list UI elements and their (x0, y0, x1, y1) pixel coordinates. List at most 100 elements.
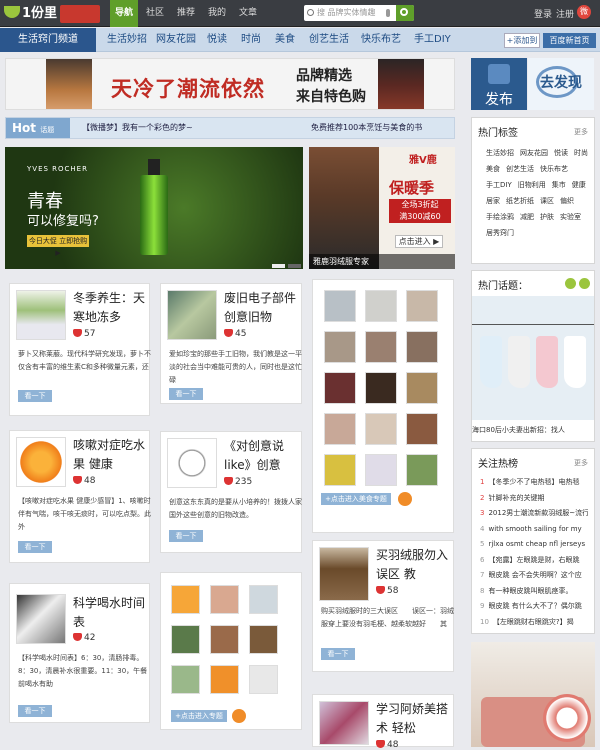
publish-button[interactable]: 发布 (471, 58, 527, 110)
album-photo[interactable] (365, 454, 397, 486)
search-button[interactable] (396, 5, 414, 21)
microphone-icon[interactable] (386, 9, 390, 17)
next-arrow-icon[interactable] (579, 278, 590, 289)
home-decor-ad[interactable] (471, 642, 595, 747)
album-photo[interactable] (249, 585, 278, 614)
channel-item-shenghuo[interactable]: 生活妙招 (107, 28, 147, 52)
tag-link[interactable]: 旧物利用 (518, 180, 546, 190)
ranking-item[interactable]: 2 针脚补充的关键期 (480, 491, 588, 507)
hot-link-2[interactable]: 免费推荐100本烹饪与美食的书 (311, 118, 422, 138)
album-photo[interactable] (210, 585, 239, 614)
nav-tab-wode[interactable]: 我的 (204, 0, 230, 27)
album-photo[interactable] (324, 372, 356, 404)
album-photo[interactable] (324, 290, 356, 322)
album-photo-grid[interactable] (324, 290, 438, 486)
slider-cta-button[interactable]: 今日大促 立即抢购 ▶ (27, 235, 89, 257)
album-photo[interactable] (210, 625, 239, 654)
hot-topic-caption[interactable]: 海口80后小夫妻出新招：找人 (472, 422, 594, 438)
channel-item-meishi[interactable]: 美食 (275, 28, 295, 52)
album-photo[interactable] (171, 625, 200, 654)
album-photo[interactable] (365, 331, 397, 363)
slider-dot[interactable] (288, 264, 301, 268)
like-count[interactable]: 48 (73, 476, 95, 486)
album-photo-grid[interactable] (171, 585, 278, 694)
channel-item-yuedu[interactable]: 悦读 (207, 28, 227, 52)
album-photo[interactable] (210, 665, 239, 694)
weibo-icon[interactable]: 微 (577, 5, 591, 19)
like-count[interactable]: 48 (376, 740, 398, 750)
like-count[interactable]: 58 (376, 586, 398, 596)
album-photo[interactable] (406, 372, 438, 404)
like-count[interactable]: 235 (224, 477, 252, 487)
login-link[interactable]: 登录 (534, 7, 552, 20)
article-card[interactable]: 买羽绒服勿入误区 教 58 购买羽绒服时的三大误区 误区一：羽绒服穿上要没有羽毛… (312, 540, 454, 672)
article-title[interactable]: 学习阿娇美搭术 轻松 (376, 700, 456, 738)
ranking-item[interactable]: 9 眼皮跳 有什么大不了？偶尔跳 (480, 599, 588, 615)
article-card[interactable]: 咳嗽对症吃水果 健康 48 【咳嗽对症吃水果 健康少感冒】1、咳嗽时伴有气喘，咳… (9, 430, 151, 563)
tag-link[interactable]: 护肤 (540, 212, 554, 222)
tag-link[interactable]: 偏织 (560, 196, 574, 206)
tag-link[interactable]: 集市 (552, 180, 566, 190)
tag-link[interactable]: 美食 (486, 164, 500, 174)
album-photo[interactable] (171, 665, 200, 694)
slider-dots[interactable] (269, 261, 301, 269)
album-photo[interactable] (406, 413, 438, 445)
like-count[interactable]: 45 (224, 329, 246, 339)
tag-link[interactable]: 生活妙招 (486, 148, 514, 158)
like-count[interactable]: 57 (73, 329, 95, 339)
discover-button[interactable]: 去发现 (528, 58, 594, 110)
ranking-item[interactable]: 3 2012男士潮流新款羽绒服~流行 (480, 506, 588, 522)
tag-link[interactable]: 纸艺折纸 (506, 196, 534, 206)
channel-item-huayuan[interactable]: 网友花园 (156, 28, 196, 52)
ranking-item[interactable]: 6 【宛露】左眼跳是财，右眼跳 (480, 553, 588, 569)
album-photo[interactable] (249, 665, 278, 694)
tag-link[interactable]: 时尚 (574, 148, 588, 158)
ranking-more-link[interactable]: 更多 (574, 458, 588, 468)
tag-link[interactable]: 网友花园 (520, 148, 548, 158)
article-card[interactable]: 冬季养生：天寒地冻多 57 萝卜又称莱菔。现代科学研究发现，萝卜不仅含有丰富的维… (9, 283, 153, 416)
tag-link[interactable]: 创艺生活 (506, 164, 534, 174)
look-button[interactable]: 看一下 (18, 541, 52, 553)
channel-item-buyi[interactable]: 快乐布艺 (361, 28, 401, 52)
ranking-item[interactable]: 5 rjlxa osmt cheap nfl jerseys (480, 537, 588, 553)
look-button[interactable]: 看一下 (321, 648, 355, 660)
article-card[interactable]: 废旧电子部件创意旧物 45 爱如珍宝的那些手工旧物，我们教是这一平淡的社会当中难… (160, 283, 302, 404)
ranking-item[interactable]: 8 有一种眼皮跳叫眼肌痉挛。 (480, 584, 588, 600)
nav-tab-wenzhang[interactable]: 文章 (235, 0, 261, 27)
article-card[interactable]: 《对创意说like》创意 235 创意这东东真的是要从小培养的！拨拨人家国外这些… (160, 431, 302, 553)
album-photo[interactable] (249, 625, 278, 654)
album-enter-button[interactable]: +点击进入专题 (171, 710, 227, 722)
look-button[interactable]: 看一下 (18, 705, 52, 717)
channel-item-chuangyi[interactable]: 创艺生活 (309, 28, 349, 52)
side-promo-enter-button[interactable]: 点击进入 ▶ (395, 235, 443, 248)
like-count[interactable]: 42 (73, 633, 95, 643)
article-card[interactable]: 科学喝水时间表 42 【科学喝水时间表】6：30，清肠排毒。8：30，清晨补水很… (9, 583, 150, 723)
tag-link[interactable]: 居家 (486, 196, 500, 206)
album-photo[interactable] (324, 454, 356, 486)
album-photo[interactable] (406, 290, 438, 322)
ranking-item[interactable]: 10 【左眼跳财右眼跳灾?】揭 (480, 615, 588, 631)
album-photo[interactable] (365, 413, 397, 445)
ranking-item[interactable]: 4 with smooth sailing for my (480, 522, 588, 538)
album-photo[interactable] (324, 413, 356, 445)
tag-link[interactable]: 课区 (540, 196, 554, 206)
tag-link[interactable]: 居秀窍门 (486, 228, 514, 238)
tag-link[interactable]: 实验室 (560, 212, 581, 222)
prev-arrow-icon[interactable] (565, 278, 576, 289)
tag-link[interactable]: 手绘涂鸦 (486, 212, 514, 222)
article-title[interactable]: 冬季养生：天寒地冻多 (73, 289, 153, 327)
slider-dot[interactable] (272, 264, 285, 268)
tag-link[interactable]: 手工DIY (486, 180, 512, 190)
album-photo[interactable] (171, 585, 200, 614)
look-button[interactable]: 看一下 (169, 388, 203, 400)
hot-link-1[interactable]: 【微播梦】我有一个彩色的梦~ (82, 118, 193, 138)
hot-tags-more-link[interactable]: 更多 (574, 127, 588, 137)
register-link[interactable]: 注册 (556, 7, 574, 20)
article-title[interactable]: 科学喝水时间表 (73, 594, 153, 632)
tag-link[interactable]: 减肥 (520, 212, 534, 222)
article-title[interactable]: 《对创意说like》创意 (224, 437, 304, 475)
album-photo[interactable] (324, 331, 356, 363)
side-promo[interactable]: 雅V鹿 保暖季 全场3折起 满300减60 点击进入 ▶ 雅鹿羽绒服专家 (309, 147, 455, 269)
nav-tab-daohang[interactable]: 导航 (110, 0, 138, 27)
album-photo[interactable] (406, 454, 438, 486)
